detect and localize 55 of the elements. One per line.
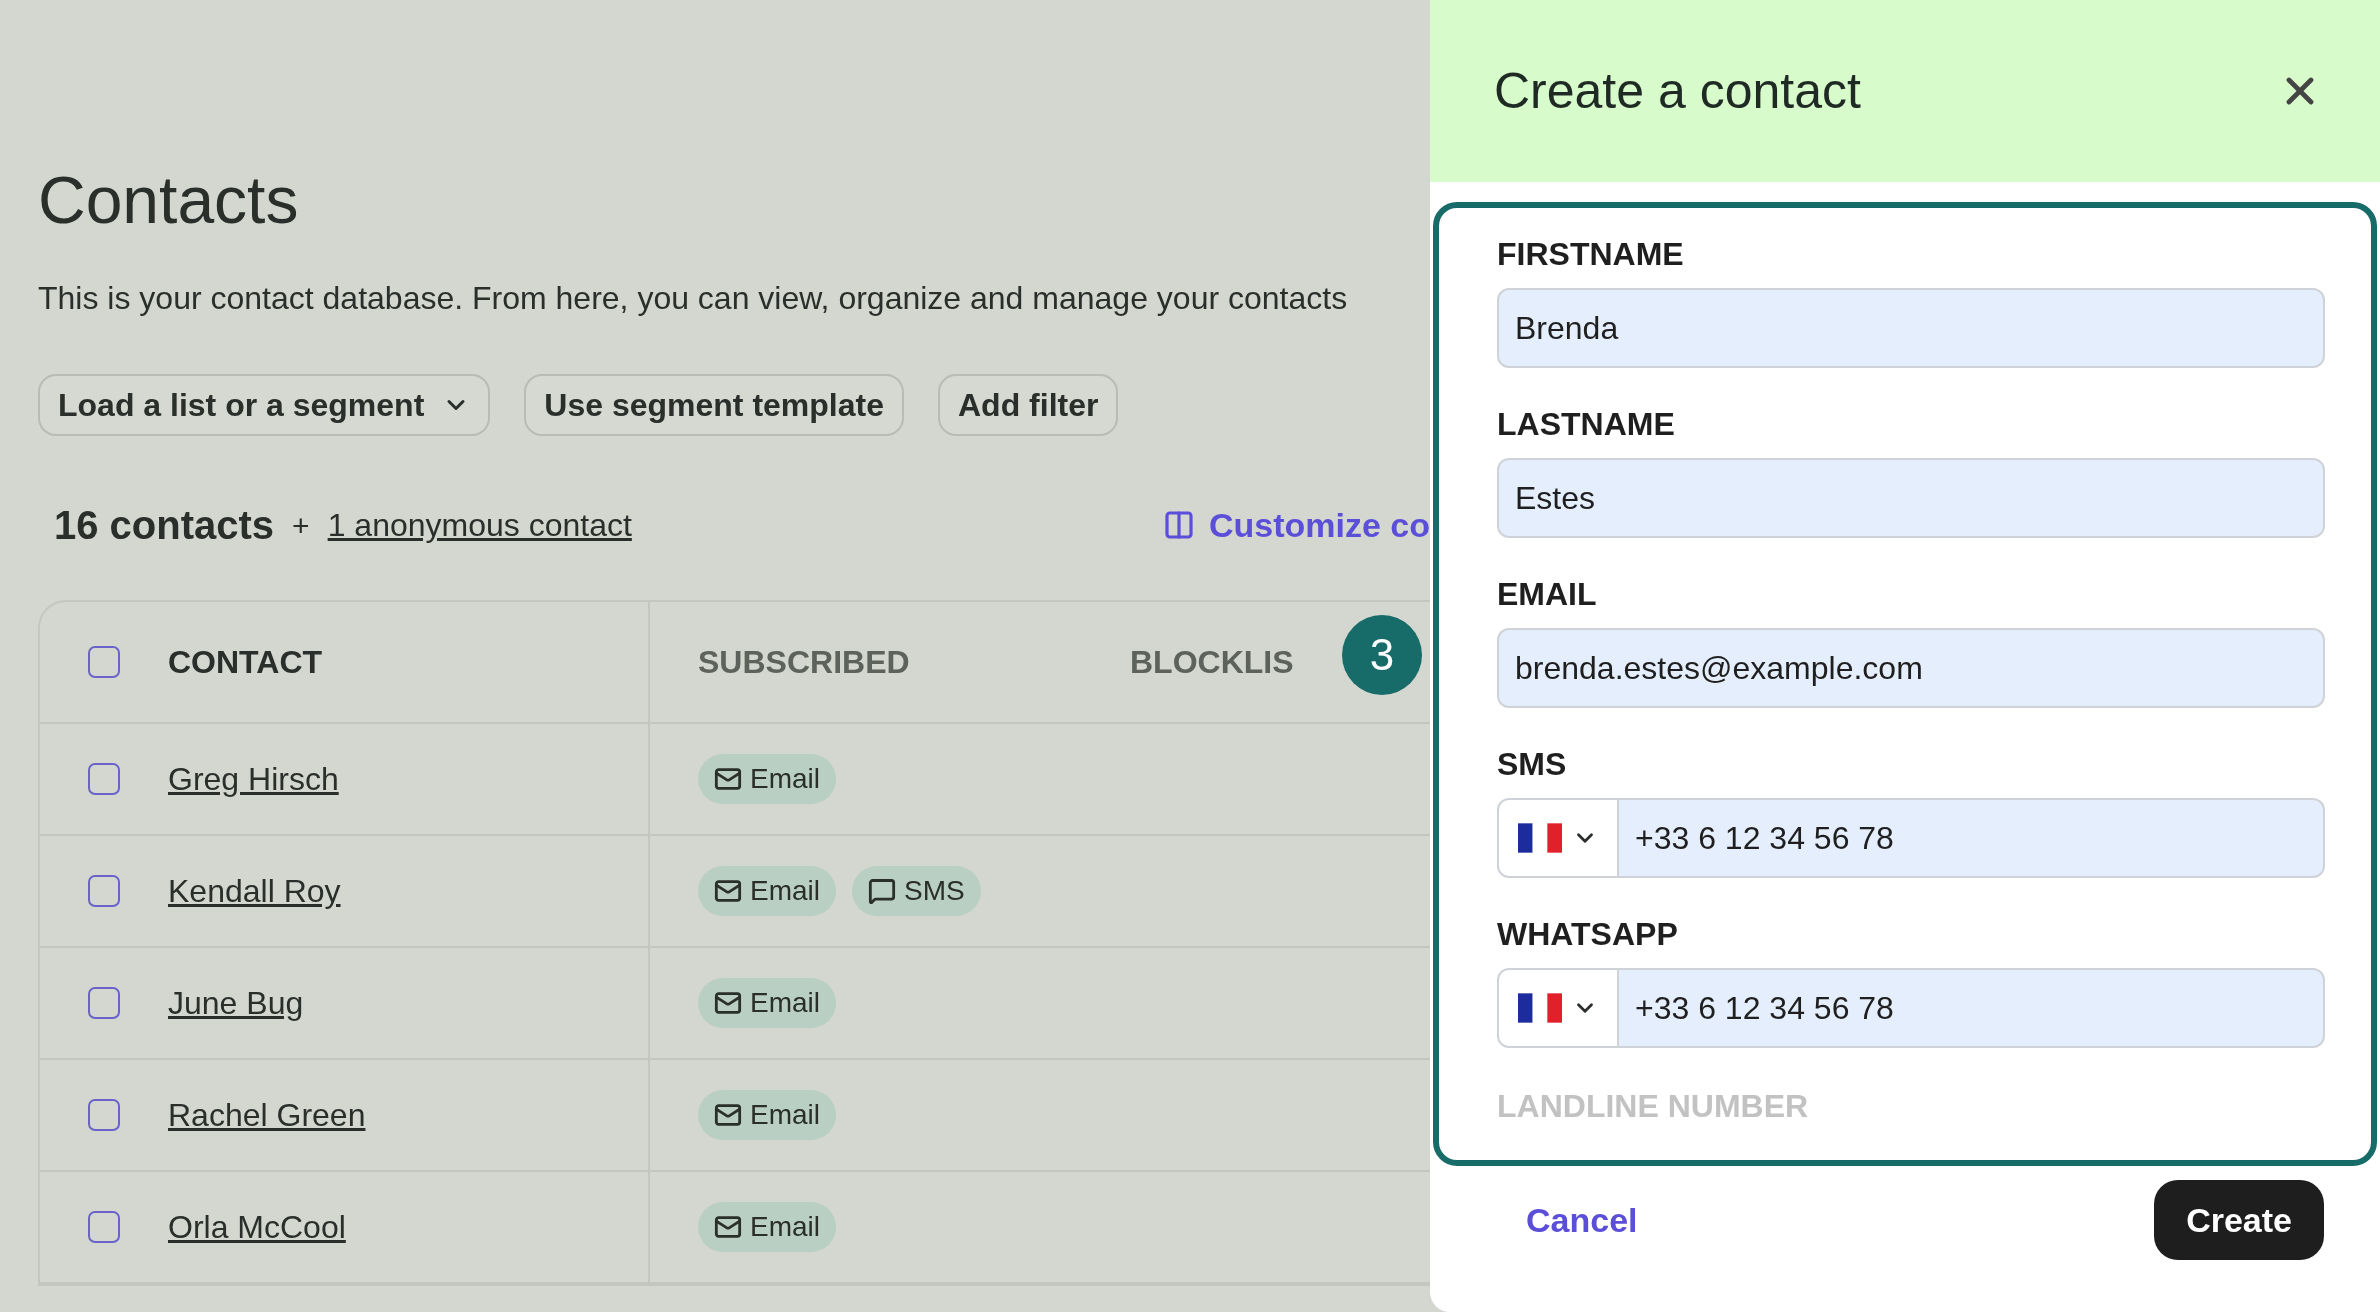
field-label: SMS [1497, 745, 1568, 784]
contact-name-link[interactable]: Orla McCool [168, 1203, 346, 1251]
france-flag-icon [1518, 993, 1562, 1023]
input-field[interactable]: Estes [1497, 458, 2325, 538]
checkbox[interactable] [88, 763, 120, 795]
envelope-icon [714, 1213, 742, 1241]
country-select[interactable] [1497, 968, 1619, 1048]
checkbox[interactable] [88, 646, 120, 678]
plus-sign: + [292, 507, 310, 544]
dropdown-button[interactable]: Load a list or a segment [38, 374, 491, 436]
checkbox[interactable] [88, 1211, 120, 1243]
channel-tag: Email [698, 978, 836, 1028]
page-description: This is your contact database. From here, you can view, organize and manage your contacts [38, 279, 1349, 318]
step-badge: 3 [1342, 615, 1422, 695]
toolbar-button[interactable]: Use segment template [524, 374, 904, 436]
checkbox[interactable] [88, 987, 120, 1019]
channel-tag: Email [698, 866, 836, 916]
contact-name-link[interactable]: Kendall Roy [168, 867, 341, 915]
input-field[interactable]: brenda.estes@example.com [1497, 628, 2325, 708]
field-label: WHATSAPP [1497, 915, 1679, 954]
envelope-icon [714, 877, 742, 905]
anonymous-contact-link[interactable]: 1 anonymous contact [327, 501, 632, 549]
field-label: LASTNAME [1497, 405, 1676, 444]
column-header: BLOCKLIS [1130, 643, 1294, 682]
contact-count: 16 contacts [54, 502, 275, 549]
contact-name-link[interactable]: Rachel Green [168, 1091, 366, 1139]
phone-input-field[interactable]: +33 6 12 34 56 78 [1619, 798, 2325, 878]
cancel-button[interactable]: Cancel [1526, 1194, 1638, 1246]
field-label: LANDLINE NUMBER [1497, 1088, 1809, 1124]
input-field[interactable]: Brenda [1497, 288, 2325, 368]
envelope-icon [714, 989, 742, 1017]
envelope-icon [714, 1101, 742, 1129]
checkbox[interactable] [88, 875, 120, 907]
channel-tag: Email [698, 754, 836, 804]
customize-link[interactable]: Customize co [1208, 499, 1430, 551]
channel-tag: SMS [852, 866, 981, 916]
field-label: EMAIL [1497, 575, 1598, 614]
page-title: Contacts [38, 162, 300, 239]
column-header: SUBSCRIBED [698, 643, 910, 682]
channel-tag: Email [698, 1202, 836, 1252]
create-button[interactable]: Create [2154, 1180, 2324, 1260]
phone-input-field[interactable]: +33 6 12 34 56 78 [1619, 968, 2325, 1048]
chat-bubble-icon [868, 877, 896, 905]
france-flag-icon [1518, 823, 1562, 853]
contact-name-link[interactable]: June Bug [168, 979, 304, 1027]
column-header: CONTACT [168, 643, 323, 682]
contact-name-link[interactable]: Greg Hirsch [168, 755, 339, 803]
field-label: FIRSTNAME [1497, 235, 1685, 274]
country-select[interactable] [1497, 798, 1619, 878]
envelope-icon [714, 765, 742, 793]
checkbox[interactable] [88, 1099, 120, 1131]
toolbar-button[interactable]: Add filter [938, 374, 1119, 436]
columns-icon [1162, 509, 1195, 541]
drawer-title: Create a contact [1494, 61, 1861, 121]
channel-tag: Email [698, 1090, 836, 1140]
